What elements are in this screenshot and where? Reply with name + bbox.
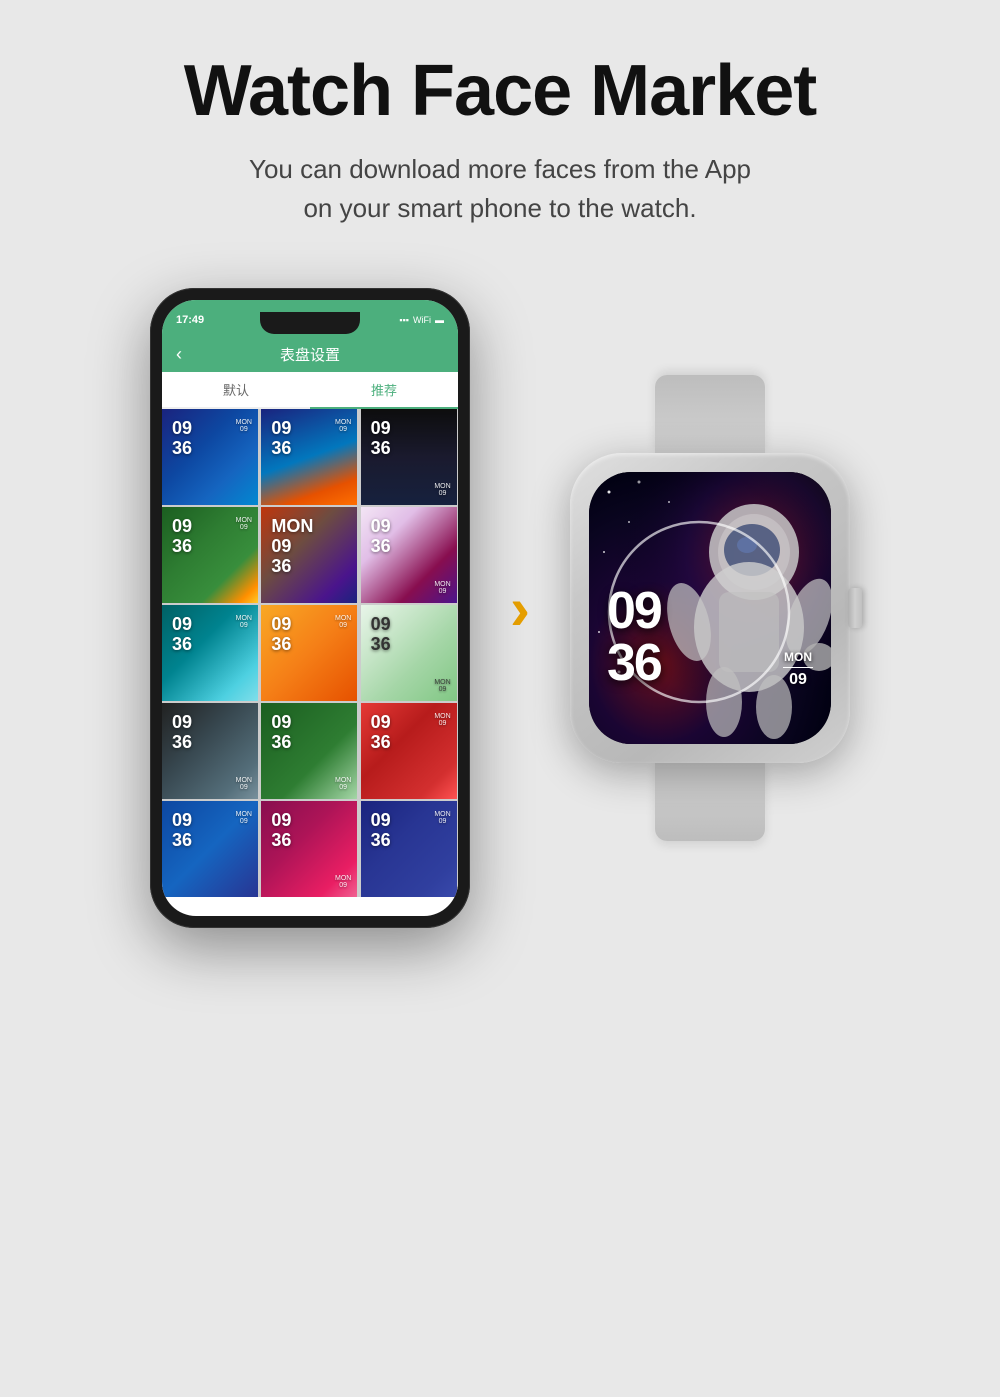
- watch-wrapper: 09 36 MON 09: [570, 375, 850, 841]
- face-date-10: MON09: [236, 777, 252, 791]
- watch-face-background: 09 36 MON 09: [589, 472, 831, 744]
- face-cell-10[interactable]: 0936 MON09: [162, 703, 258, 799]
- phone-nav-bar: ‹ 表盘设置: [162, 336, 458, 372]
- watch-hour: 09: [607, 585, 661, 637]
- face-time-14: 0936: [271, 811, 291, 851]
- face-cell-12[interactable]: 0936 MON09: [361, 703, 457, 799]
- face-cell-5[interactable]: MON0936: [261, 507, 357, 603]
- back-button[interactable]: ‹: [176, 344, 182, 365]
- phone-screen: 17:49 ▪▪▪ WiFi ▬ ‹ 表盘设置 默认: [162, 300, 458, 916]
- face-cell-9[interactable]: 0936 MON09: [361, 605, 457, 701]
- face-date-11: MON09: [335, 777, 351, 791]
- watch-band-bottom: [655, 761, 765, 841]
- face-date-13: MON09: [236, 811, 252, 825]
- watch-day: MON: [783, 650, 813, 664]
- face-time-2: 0936: [271, 419, 291, 459]
- face-date-15: MON09: [434, 811, 450, 825]
- page-subtitle: You can download more faces from the App…: [249, 150, 751, 228]
- tab-recommended[interactable]: 推荐: [310, 372, 458, 409]
- face-date-9: MON09: [434, 679, 450, 693]
- arrow-wrapper: ›: [510, 574, 530, 643]
- watch-minute: 36: [607, 637, 661, 689]
- face-time-6: 0936: [371, 517, 391, 557]
- face-time-11: 0936: [271, 713, 291, 753]
- face-cell-1[interactable]: 0936 MON09: [162, 409, 258, 505]
- face-cell-11[interactable]: 0936 MON09: [261, 703, 357, 799]
- page-title: Watch Face Market: [184, 50, 817, 132]
- phone-wrapper: 17:49 ▪▪▪ WiFi ▬ ‹ 表盘设置 默认: [150, 288, 470, 928]
- face-time-9: 0936: [371, 615, 391, 655]
- date-separator: [783, 667, 813, 669]
- face-date-6: MON09: [434, 581, 450, 595]
- face-time-8: 0936: [271, 615, 291, 655]
- page-wrapper: Watch Face Market You can download more …: [0, 0, 1000, 1397]
- status-icons: ▪▪▪ WiFi ▬: [399, 315, 444, 325]
- signal-icon: ▪▪▪: [399, 315, 409, 325]
- face-time-15: 0936: [371, 811, 391, 851]
- face-date-4: MON09: [236, 517, 252, 531]
- face-time-4: 0936: [172, 517, 192, 557]
- face-date-2: MON09: [335, 419, 351, 433]
- face-date-7: MON09: [236, 615, 252, 629]
- watch-faces-grid: 0936 MON09 0936 MON09 0936 MON09: [162, 409, 458, 897]
- face-time-12: 0936: [371, 713, 391, 753]
- face-time-3: 0936: [371, 419, 391, 459]
- face-cell-4[interactable]: 0936 MON09: [162, 507, 258, 603]
- face-cell-3[interactable]: 0936 MON09: [361, 409, 457, 505]
- face-date-12: MON09: [434, 713, 450, 727]
- watch-crown: [848, 588, 862, 628]
- wifi-icon: WiFi: [413, 315, 431, 325]
- face-time-5: MON0936: [271, 517, 313, 576]
- watch-date-display: MON 09: [783, 650, 813, 690]
- arrow-icon: ›: [510, 574, 530, 643]
- face-time-7: 0936: [172, 615, 192, 655]
- face-cell-7[interactable]: 0936 MON09: [162, 605, 258, 701]
- face-cell-14[interactable]: 0936 MON09: [261, 801, 357, 897]
- face-time-1: 0936: [172, 419, 192, 459]
- watch-time-display: 09 36: [607, 585, 661, 689]
- phone-notch: [260, 312, 360, 334]
- battery-icon: ▬: [435, 315, 444, 325]
- face-date-3: MON09: [434, 483, 450, 497]
- tab-default[interactable]: 默认: [162, 372, 310, 407]
- face-date-1: MON09: [236, 419, 252, 433]
- phone-outer: 17:49 ▪▪▪ WiFi ▬ ‹ 表盘设置 默认: [150, 288, 470, 928]
- phone-tabs: 默认 推荐: [162, 372, 458, 409]
- status-time: 17:49: [176, 314, 204, 326]
- face-cell-13[interactable]: 0936 MON09: [162, 801, 258, 897]
- watch-date: 09: [783, 671, 813, 689]
- face-date-14: MON09: [335, 875, 351, 889]
- face-cell-8[interactable]: 0936 MON09: [261, 605, 357, 701]
- content-row: 17:49 ▪▪▪ WiFi ▬ ‹ 表盘设置 默认: [0, 288, 1000, 928]
- face-date-8: MON09: [335, 615, 351, 629]
- watch-body: 09 36 MON 09: [570, 453, 850, 763]
- face-time-13: 0936: [172, 811, 192, 851]
- watch-band-top: [655, 375, 765, 455]
- face-time-10: 0936: [172, 713, 192, 753]
- watch-screen: 09 36 MON 09: [589, 472, 831, 744]
- nav-title: 表盘设置: [280, 344, 340, 365]
- face-cell-2[interactable]: 0936 MON09: [261, 409, 357, 505]
- face-cell-6[interactable]: 0936 MON09: [361, 507, 457, 603]
- face-cell-15[interactable]: 0936 MON09: [361, 801, 457, 897]
